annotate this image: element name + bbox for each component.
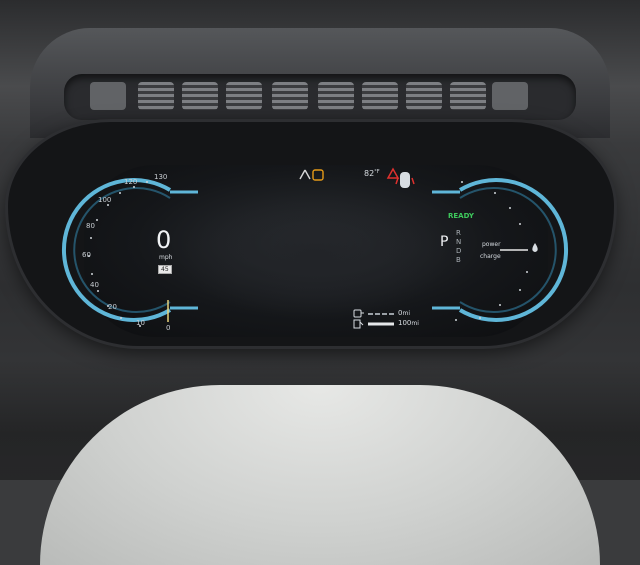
speed-tick-120: 120 <box>124 178 138 186</box>
gear-option-r: R <box>456 229 461 237</box>
speed-ring <box>62 178 172 322</box>
power-label: power <box>482 241 501 248</box>
outside-temperature: 82°F <box>364 169 380 178</box>
speed-tick-10: 10 <box>136 319 145 327</box>
speed-value: 0 <box>156 226 172 254</box>
fuel-pump-icon <box>353 319 364 329</box>
gear-option-b: B <box>456 256 461 264</box>
speed-tick-100: 100 <box>98 196 112 204</box>
fuel-drop-icon <box>532 243 538 252</box>
speed-limit-sign: 45 <box>158 265 172 274</box>
fuel-range: 100mi <box>398 319 419 327</box>
gear-option-n: N <box>456 238 462 246</box>
seatbelt-warning-icon <box>386 167 400 179</box>
road-departure-icon <box>299 169 311 180</box>
speed-tick-20: 20 <box>108 303 117 311</box>
speed-tick-40: 40 <box>90 281 99 289</box>
speed-tick-60: 60 <box>82 251 91 259</box>
ready-indicator: READY <box>448 212 474 220</box>
speed-tick-0: 0 <box>166 324 171 332</box>
charge-label: charge <box>480 253 501 260</box>
ev-plug-icon <box>353 309 364 318</box>
power-tick-marks <box>455 181 528 321</box>
speed-tick-80: 80 <box>86 222 95 230</box>
electric-range: 0mi <box>398 309 410 317</box>
steering-wheel <box>40 385 600 565</box>
door-open-icon <box>395 172 415 188</box>
speed-unit: mph <box>159 254 173 261</box>
gear-current: P <box>440 234 449 250</box>
speed-tick-130: 130 <box>154 173 168 181</box>
gear-option-d: D <box>456 247 462 255</box>
amber-warning-icon <box>312 169 324 181</box>
